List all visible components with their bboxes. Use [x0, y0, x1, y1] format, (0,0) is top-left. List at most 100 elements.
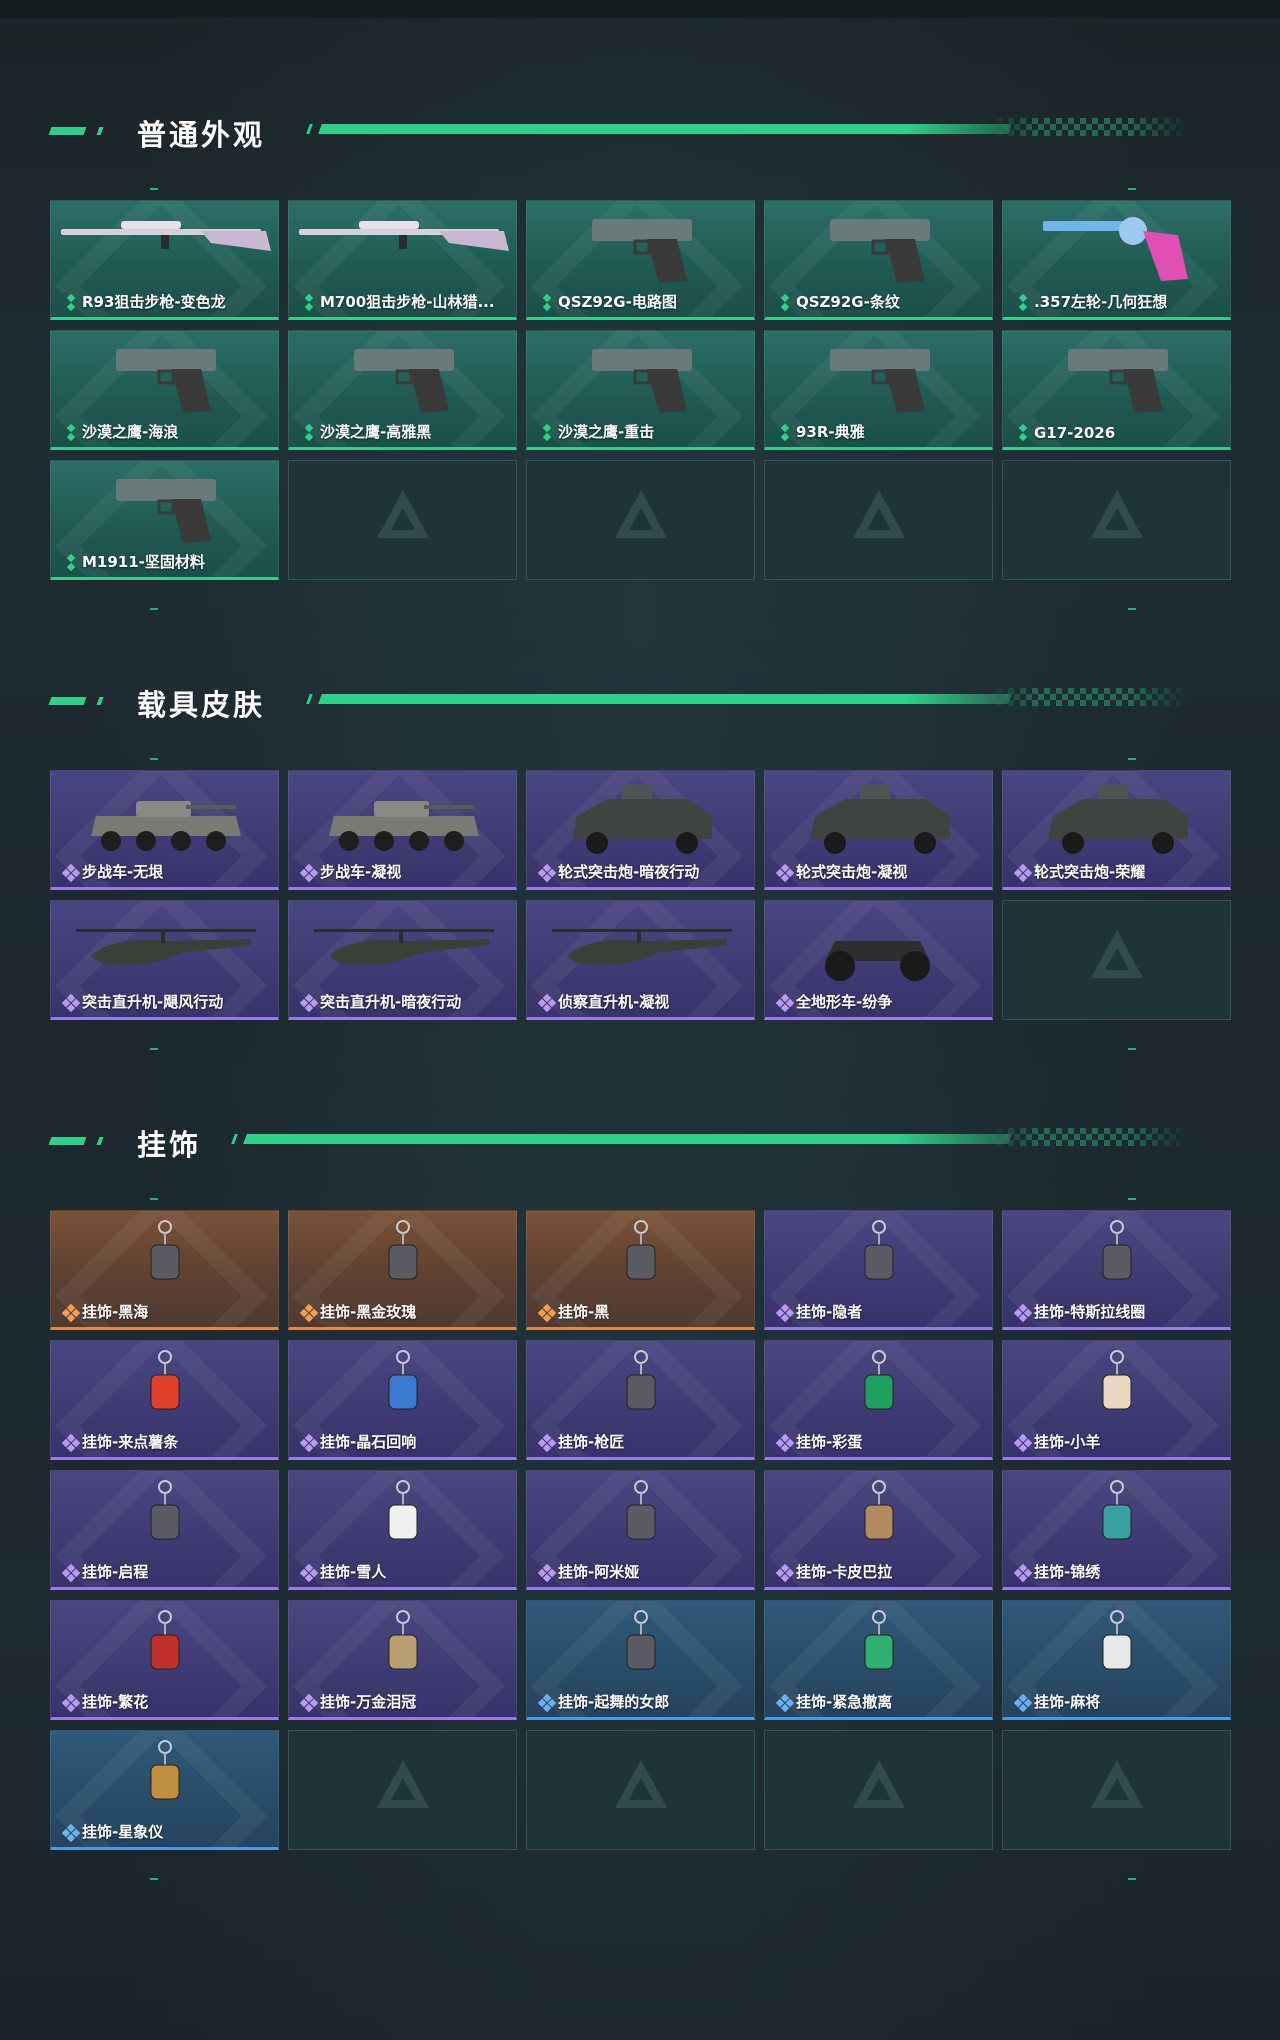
item-card[interactable]: 挂饰-星象仪 — [50, 1730, 279, 1850]
rarity-icon — [775, 1693, 795, 1713]
placeholder-logo-icon — [853, 490, 905, 538]
item-card[interactable]: M1911-坚固材料 — [50, 460, 279, 580]
item-card[interactable]: 挂饰-紧急撤离 — [764, 1600, 993, 1720]
item-card[interactable]: 突击直升机-暗夜行动 — [288, 900, 517, 1020]
item-card[interactable]: 沙漠之鹰-海浪 — [50, 330, 279, 450]
armored-car-icon — [1048, 785, 1188, 854]
item-label: 挂饰-特斯拉线圈 — [1034, 1303, 1146, 1321]
pistol-icon — [354, 349, 454, 413]
charm-medal-icon — [150, 1480, 180, 1540]
rarity-icon — [775, 1563, 795, 1583]
rarity-icon — [537, 1303, 557, 1323]
rarity-icon — [299, 863, 319, 883]
placeholder-logo-icon — [853, 1760, 905, 1808]
item-label: 突击直升机-飓风行动 — [82, 993, 224, 1011]
charm-flower-icon — [150, 1610, 180, 1670]
item-card[interactable]: 挂饰-繁花 — [50, 1600, 279, 1720]
header-accent — [306, 124, 313, 134]
item-card[interactable]: R93狙击步枪-变色龙 — [50, 200, 279, 320]
item-card[interactable]: 挂饰-黑海 — [50, 1210, 279, 1330]
rarity-icon — [301, 293, 317, 312]
helicopter-icon — [76, 929, 256, 965]
item-label: 挂饰-启程 — [82, 1563, 149, 1581]
rarity-icon — [61, 1693, 81, 1713]
atv-icon — [825, 941, 930, 981]
item-card[interactable]: 挂饰-万金泪冠 — [288, 1600, 517, 1720]
item-card[interactable]: M700狙击步枪-山林猎... — [288, 200, 517, 320]
charm-case-icon — [626, 1350, 656, 1410]
empty-slot — [764, 460, 993, 580]
item-card[interactable]: 挂饰-枪匠 — [526, 1340, 755, 1460]
item-card[interactable]: 挂饰-起舞的女郎 — [526, 1600, 755, 1720]
rarity-icon — [775, 993, 795, 1013]
rarity-icon — [775, 1433, 795, 1453]
corner-tick — [1128, 1198, 1136, 1200]
item-card[interactable]: 挂饰-卡皮巴拉 — [764, 1470, 993, 1590]
item-label: 挂饰-卡皮巴拉 — [796, 1563, 893, 1581]
item-card[interactable]: 挂饰-黑金玫瑰 — [288, 1210, 517, 1330]
item-label: 挂饰-万金泪冠 — [320, 1693, 417, 1711]
item-label: QSZ92G-电路图 — [558, 293, 677, 311]
item-label: 侦察直升机-凝视 — [558, 993, 670, 1011]
section-title: 普通外观 — [137, 118, 266, 152]
item-card[interactable]: 步战车-凝视 — [288, 770, 517, 890]
charm-snowman-icon — [388, 1480, 418, 1540]
item-card[interactable]: 挂饰-来点薯条 — [50, 1340, 279, 1460]
rarity-icon — [63, 423, 79, 442]
header-accent — [48, 1137, 87, 1145]
item-card[interactable]: 侦察直升机-凝视 — [526, 900, 755, 1020]
item-card[interactable]: 突击直升机-飓风行动 — [50, 900, 279, 1020]
rarity-icon — [537, 993, 557, 1013]
item-card[interactable]: 挂饰-小羊 — [1002, 1340, 1231, 1460]
armored-car-icon — [810, 785, 950, 854]
placeholder-logo-icon — [1091, 490, 1143, 538]
item-card[interactable]: QSZ92G-电路图 — [526, 200, 755, 320]
item-card[interactable]: 93R-典雅 — [764, 330, 993, 450]
item-card[interactable]: 挂饰-雪人 — [288, 1470, 517, 1590]
charm-butterfly-icon — [1102, 1480, 1132, 1540]
rarity-icon — [539, 423, 555, 442]
item-card[interactable]: .357左轮-几何狂想 — [1002, 200, 1231, 320]
item-label: M700狙击步枪-山林猎... — [320, 293, 495, 311]
rarity-icon — [299, 1563, 319, 1583]
item-card[interactable]: 挂饰-锦绣 — [1002, 1470, 1231, 1590]
item-card[interactable]: 挂饰-黑 — [526, 1210, 755, 1330]
rarity-icon — [537, 1693, 557, 1713]
rarity-icon — [1015, 293, 1031, 312]
item-label: M1911-坚固材料 — [82, 553, 205, 571]
header-accent — [96, 697, 104, 705]
item-label: 步战车-无垠 — [82, 863, 164, 881]
header-accent — [96, 1137, 104, 1145]
item-card[interactable]: 挂饰-隐者 — [764, 1210, 993, 1330]
empty-slot — [1002, 460, 1231, 580]
charm-crown-icon — [388, 1610, 418, 1670]
rarity-icon — [777, 423, 793, 442]
charm-card-icon — [864, 1220, 894, 1280]
item-label: 挂饰-紧急撤离 — [796, 1693, 893, 1711]
pistol-icon — [116, 479, 216, 543]
item-card[interactable]: G17-2026 — [1002, 330, 1231, 450]
header-checker — [990, 688, 1190, 706]
placeholder-logo-icon — [1091, 930, 1143, 978]
item-card[interactable]: 挂饰-特斯拉线圈 — [1002, 1210, 1231, 1330]
rarity-icon — [299, 1303, 319, 1323]
item-card[interactable]: 全地形车-纷争 — [764, 900, 993, 1020]
item-card[interactable]: 沙漠之鹰-高雅黑 — [288, 330, 517, 450]
item-card[interactable]: 轮式突击炮-暗夜行动 — [526, 770, 755, 890]
item-card[interactable]: 沙漠之鹰-重击 — [526, 330, 755, 450]
item-card[interactable]: 挂饰-彩蛋 — [764, 1340, 993, 1460]
item-card[interactable]: 挂饰-阿米娅 — [526, 1470, 755, 1590]
armored-car-icon — [572, 785, 712, 854]
charm-tag-icon — [626, 1220, 656, 1280]
item-card[interactable]: 挂饰-麻将 — [1002, 1600, 1231, 1720]
item-card[interactable]: QSZ92G-条纹 — [764, 200, 993, 320]
rarity-icon — [1013, 1563, 1033, 1583]
item-label: 步战车-凝视 — [320, 863, 402, 881]
item-card[interactable]: 轮式突击炮-凝视 — [764, 770, 993, 890]
item-card[interactable]: 挂饰-启程 — [50, 1470, 279, 1590]
item-card[interactable]: 步战车-无垠 — [50, 770, 279, 890]
item-card[interactable]: 轮式突击炮-荣耀 — [1002, 770, 1231, 890]
item-label: 突击直升机-暗夜行动 — [320, 993, 462, 1011]
header-accent — [306, 694, 313, 704]
item-card[interactable]: 挂饰-晶石回响 — [288, 1340, 517, 1460]
